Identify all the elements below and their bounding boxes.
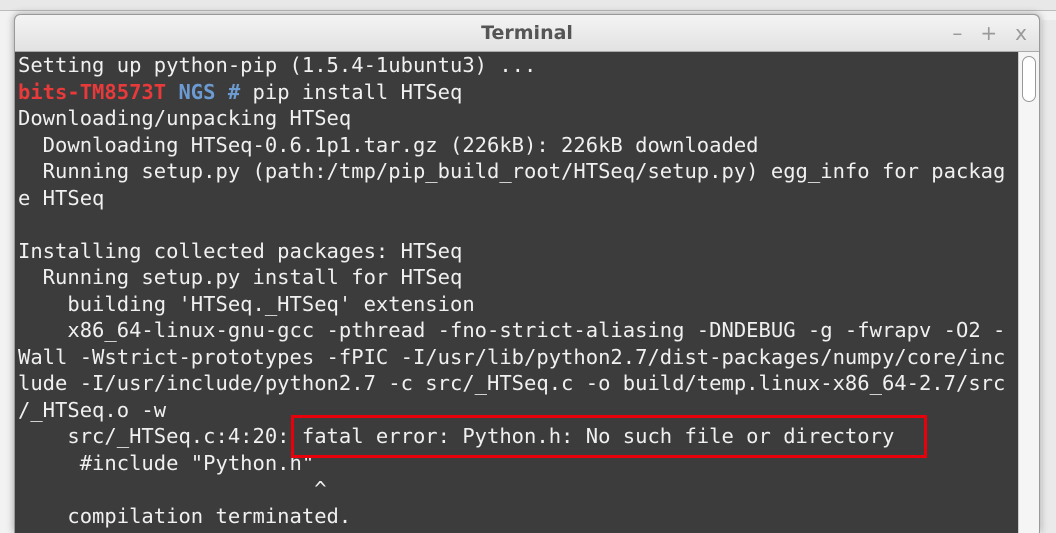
scrollbar-thumb[interactable]	[1022, 56, 1036, 102]
maximize-button[interactable]: +	[980, 21, 997, 45]
output-line: compilation terminated.	[18, 503, 352, 528]
output-line: e HTSeq	[18, 185, 105, 210]
title-bar[interactable]: Terminal – + x	[15, 15, 1039, 52]
output-line: lude -I/usr/include/python2.7 -c src/_HT…	[18, 371, 1006, 395]
output-line: Running setup.py install for HTSeq	[18, 265, 463, 289]
error-highlight-box	[291, 415, 927, 458]
terminal-output[interactable]: Setting up python-pip (1.5.4-1ubuntu3) .…	[15, 52, 1022, 533]
background-window-edge	[0, 0, 1056, 11]
prompt-host: bits-TM8573T	[18, 79, 167, 104]
background-page	[1042, 20, 1056, 533]
window-title: Terminal	[481, 22, 573, 44]
prompt-command: pip install HTSeq	[252, 79, 463, 104]
output-line: x86_64-linux-gnu-gcc -pthread -fno-stric…	[18, 318, 1006, 342]
output-line: Setting up python-pip (1.5.4-1ubuntu3) .…	[18, 53, 537, 77]
output-line: Installing collected packages: HTSeq	[18, 238, 463, 263]
output-line: Running setup.py (path:/tmp/pip_build_ro…	[18, 159, 1006, 183]
close-button[interactable]: x	[1015, 21, 1027, 45]
output-line: Wall -Wstrict-prototypes -fPIC -I/usr/li…	[18, 344, 1006, 369]
output-line: Downloading/unpacking HTSeq	[18, 106, 352, 130]
prompt-line: bits-TM8573T NGS # pip install HTSeq	[18, 79, 1022, 106]
prompt-symbol: #	[227, 79, 241, 104]
prompt-dir: NGS	[178, 79, 216, 104]
minimize-button[interactable]: –	[952, 21, 962, 45]
output-line: ^	[18, 477, 327, 501]
output-line: building 'HTSeq._HTSeq' extension	[18, 291, 475, 316]
output-line: Downloading HTSeq-0.6.1p1.tar.gz (226kB)…	[18, 132, 759, 157]
scrollbar[interactable]	[1018, 52, 1039, 533]
